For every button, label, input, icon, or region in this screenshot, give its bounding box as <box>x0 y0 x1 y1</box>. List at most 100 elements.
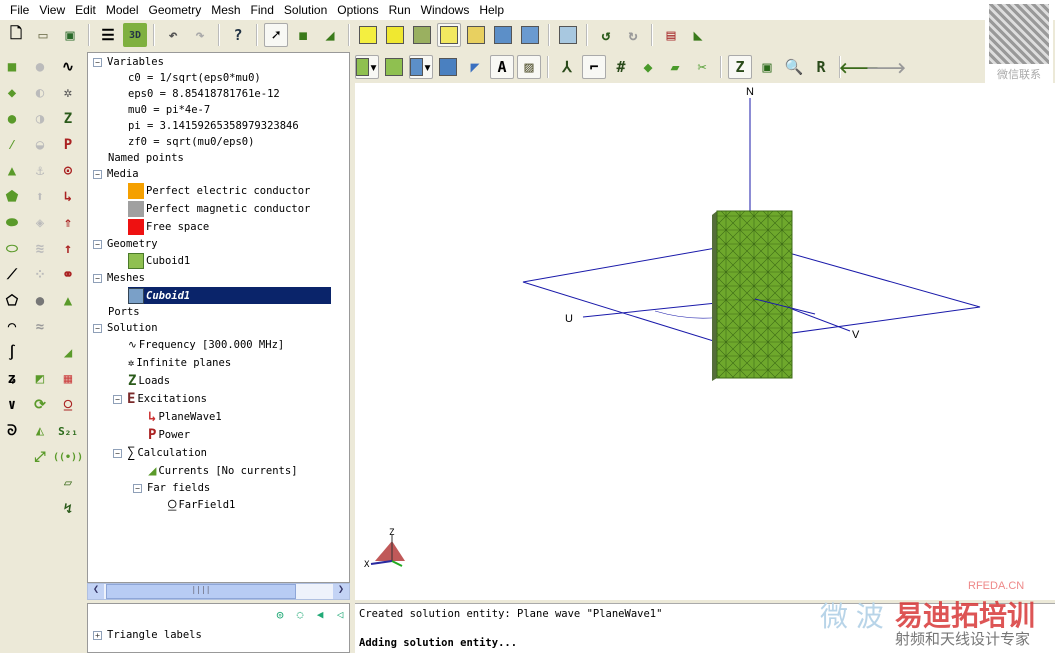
arc-icon[interactable]: ◠ <box>0 316 24 338</box>
zoom-fit-icon[interactable]: ▣ <box>755 55 779 79</box>
tree-loads[interactable]: Z Loads <box>128 373 170 389</box>
zoom-box-icon[interactable]: 🔍 <box>782 55 806 79</box>
menu-find[interactable]: Find <box>246 3 279 17</box>
lock-z-button[interactable]: Z <box>728 55 752 79</box>
cube-dropdown-button[interactable]: ▾ <box>355 55 379 79</box>
tree-currents[interactable]: ◢ Currents [No currents] <box>148 463 298 479</box>
collapse-icon[interactable]: − <box>133 483 142 493</box>
menu-options[interactable]: Options <box>332 3 383 17</box>
line-icon[interactable]: ⁄ <box>0 134 24 156</box>
select-face-icon[interactable]: ◼ <box>291 23 315 47</box>
polygon-outline-icon[interactable]: ⬠ <box>0 290 24 312</box>
collapse-icon[interactable]: − <box>113 394 122 404</box>
tree-geometry[interactable]: − Geometry <box>93 236 158 252</box>
menu-run[interactable]: Run <box>384 3 416 17</box>
flare-icon[interactable]: ◆ <box>0 82 24 104</box>
points-icon[interactable]: ⁘ <box>28 264 52 286</box>
cone-icon[interactable]: ▲ <box>0 160 24 182</box>
tree-power[interactable]: P Power <box>148 427 190 443</box>
collapse-icon[interactable]: − <box>93 273 102 283</box>
tree-calculation[interactable]: − ∑ Calculation <box>113 445 207 461</box>
show-labels-icon[interactable]: ◁ <box>331 604 349 624</box>
menu-view[interactable]: View <box>34 3 70 17</box>
tree-variable[interactable]: eps0 = 8.85418781761e-12 <box>128 86 280 102</box>
text-label-button[interactable]: A <box>490 55 514 79</box>
show-edges-icon[interactable]: ◌ <box>291 604 309 624</box>
select-triangle-icon[interactable]: ◢ <box>318 23 342 47</box>
cube-shaded-icon[interactable] <box>410 23 434 47</box>
tree-planewave[interactable]: ↳ PlaneWave1 <box>148 409 222 425</box>
tree-variables[interactable]: − Variables <box>93 54 164 70</box>
zigzag-icon[interactable]: ∨ <box>0 394 24 416</box>
abacus-icon[interactable]: ▤ <box>659 23 683 47</box>
document-icon[interactable]: ☰ <box>96 23 120 47</box>
collapse-icon[interactable]: − <box>93 239 102 249</box>
wire-cube-mixed-icon[interactable] <box>464 23 488 47</box>
tree-triangle-labels[interactable]: + Triangle labels <box>93 627 202 643</box>
sphere-grey-icon[interactable]: ● <box>28 56 52 78</box>
tree-named-points[interactable]: Named points <box>108 150 184 166</box>
tree-medium[interactable]: Free space <box>128 219 209 235</box>
hemi-icon[interactable]: ◒ <box>28 134 52 156</box>
cut-plane-icon[interactable]: ✂ <box>690 55 714 79</box>
link-icon[interactable]: ⚭ <box>56 264 80 286</box>
scale-icon[interactable]: ⤢ <box>28 446 52 468</box>
menu-geometry[interactable]: Geometry <box>144 3 207 17</box>
wire-cube-yellow-icon[interactable] <box>437 23 461 47</box>
pyramid-icon[interactable]: ▲ <box>56 290 80 312</box>
receiver-icon[interactable]: ((•)) <box>53 446 83 468</box>
tree-excitations[interactable]: − E Excitations <box>113 391 207 407</box>
rotate-left-icon[interactable]: ↺ <box>594 23 618 47</box>
collapse-icon[interactable]: − <box>93 323 102 333</box>
cuboid-icon[interactable]: ■ <box>0 56 24 78</box>
expand-icon[interactable]: + <box>93 630 102 640</box>
menu-edit[interactable]: Edit <box>70 3 101 17</box>
port-arrow-icon[interactable]: ↑ <box>56 238 80 260</box>
cube-node-icon[interactable] <box>382 55 406 79</box>
tree-farfield[interactable]: ⍜ FarField1 <box>168 497 235 513</box>
menu-help[interactable]: Help <box>474 3 509 17</box>
disc-icon[interactable]: ⬭ <box>0 238 24 260</box>
sphere-dark-icon[interactable]: ● <box>28 290 52 312</box>
coil-icon[interactable]: ᘐ <box>0 420 24 442</box>
arrow-up-icon[interactable]: ⇑ <box>56 212 80 234</box>
boolean-icon[interactable]: ◩ <box>28 368 52 390</box>
collapse-icon[interactable]: − <box>93 57 102 67</box>
menu-file[interactable]: File <box>0 3 34 17</box>
help-pointer-icon[interactable]: ? <box>226 23 250 47</box>
helix-icon[interactable]: ∫ <box>0 342 24 364</box>
corner-icon[interactable]: ⌐ <box>582 55 606 79</box>
axes-icon[interactable]: ⅄ <box>555 55 579 79</box>
far-field-icon[interactable]: ⍜ <box>56 394 80 416</box>
menu-solution[interactable]: Solution <box>279 3 332 17</box>
tree-variable[interactable]: zf0 = sqrt(mu0/eps0) <box>128 134 254 150</box>
tree-mesh-item-selected[interactable]: Cuboid1 <box>128 287 331 304</box>
menu-model[interactable]: Model <box>101 3 144 17</box>
rotate-right-icon[interactable]: ↻ <box>621 23 645 47</box>
near-field-icon[interactable]: ▦ <box>56 368 80 390</box>
rotate-icon[interactable]: ⟳ <box>28 394 52 416</box>
cube-faces-icon[interactable] <box>383 23 407 47</box>
tree-ports[interactable]: Ports <box>108 304 140 320</box>
redo-icon[interactable]: ↷ <box>188 23 212 47</box>
collapse-icon[interactable]: − <box>113 448 122 458</box>
tree-variable[interactable]: c0 = 1/sqrt(eps0*mu0) <box>128 70 261 86</box>
wave-icon[interactable]: ∿ <box>56 56 80 78</box>
currents-icon[interactable]: ◢ <box>56 342 80 364</box>
show-triangles-icon[interactable]: ◀ <box>311 604 329 624</box>
tree-far-fields[interactable]: − Far fields <box>133 480 210 496</box>
extrude-icon[interactable]: ⬆ <box>28 186 52 208</box>
loft-icon[interactable]: ≋ <box>28 238 52 260</box>
polygon-icon[interactable]: ⬟ <box>0 186 24 208</box>
rotate-axes-button[interactable]: R <box>809 55 833 79</box>
scroll-thumb[interactable]: |||| <box>106 584 296 599</box>
plane-move-icon[interactable]: ◆ <box>636 55 660 79</box>
scroll-left-button[interactable]: ❮ <box>88 584 104 599</box>
source-icon[interactable]: ⊙ <box>56 160 80 182</box>
lightning-icon[interactable]: ↯ <box>56 498 80 520</box>
new-file-icon[interactable]: 🗋 <box>4 23 28 47</box>
revolve-icon[interactable]: ⚓ <box>28 160 52 182</box>
sphere-icon[interactable]: ● <box>0 108 24 130</box>
mirror-icon[interactable]: ◭ <box>28 420 52 442</box>
transparent-cube-icon[interactable] <box>556 23 580 47</box>
